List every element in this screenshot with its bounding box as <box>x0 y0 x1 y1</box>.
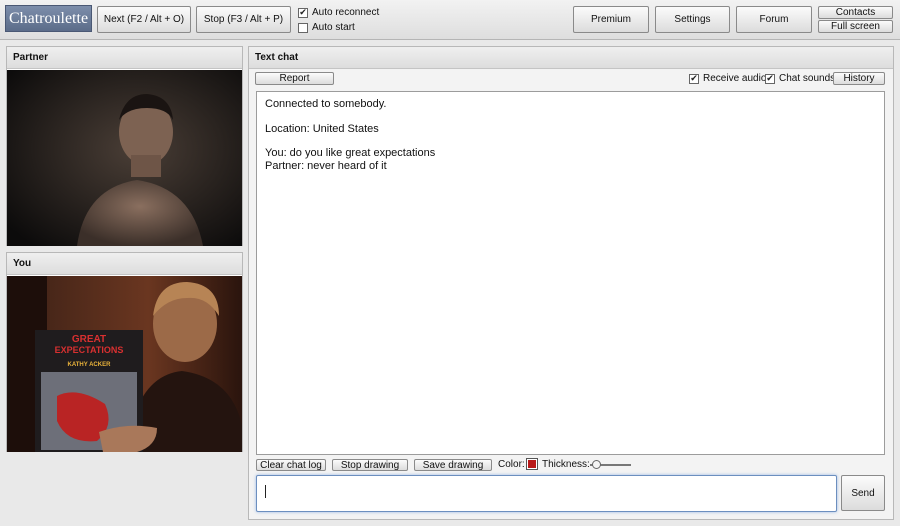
thickness-label: Thickness: <box>542 459 590 470</box>
auto-reconnect-checkbox[interactable]: ✔ Auto reconnect <box>298 7 379 18</box>
receive-audio-checkbox[interactable]: ✔ Receive audio <box>689 73 766 84</box>
you-video: GREAT EXPECTATIONS KATHY ACKER <box>7 276 242 452</box>
chat-message: Location: United States <box>265 122 379 135</box>
chat-sounds-checkbox[interactable]: ✔ Chat sounds <box>765 73 835 84</box>
top-toolbar: Chatroulette Next (F2 / Alt + O) Stop (F… <box>0 0 900 40</box>
checkbox-box[interactable] <box>298 22 308 33</box>
partner-video <box>7 70 242 246</box>
message-input[interactable] <box>256 475 837 512</box>
chat-message: Partner: never heard of it <box>265 159 387 172</box>
thickness-slider-handle[interactable] <box>592 460 601 469</box>
settings-button[interactable]: Settings <box>655 6 730 33</box>
checkbox-box[interactable]: ✔ <box>689 73 699 84</box>
fullscreen-button[interactable]: Full screen <box>818 20 893 33</box>
clear-chat-log-button[interactable]: Clear chat log <box>256 459 326 471</box>
you-panel: You GREAT EXPECTATIONS KATHY ACKER <box>6 252 243 452</box>
history-button[interactable]: History <box>833 72 885 85</box>
stop-button[interactable]: Stop (F3 / Alt + P) <box>196 6 291 33</box>
auto-reconnect-label: Auto reconnect <box>312 7 380 18</box>
color-swatch-fill <box>528 460 536 468</box>
partner-panel-title: Partner <box>7 47 242 69</box>
book-title-line-2: EXPECTATIONS <box>55 345 124 355</box>
chat-message: Connected to somebody. <box>265 98 387 110</box>
stop-drawing-button[interactable]: Stop drawing <box>332 459 408 471</box>
save-drawing-button[interactable]: Save drawing <box>414 459 492 471</box>
auto-start-checkbox[interactable]: Auto start <box>298 22 355 33</box>
chatroulette-logo[interactable]: Chatroulette <box>5 5 92 32</box>
auto-start-label: Auto start <box>312 22 355 33</box>
report-button[interactable]: Report <box>255 72 334 85</box>
partner-video-frame <box>7 70 242 246</box>
chat-log[interactable]: Connected to somebody. Location: United … <box>256 91 885 455</box>
premium-button[interactable]: Premium <box>573 6 649 33</box>
contacts-button[interactable]: Contacts <box>818 6 893 19</box>
next-button[interactable]: Next (F2 / Alt + O) <box>97 6 191 33</box>
checkbox-box[interactable]: ✔ <box>298 7 308 18</box>
book-author: KATHY ACKER <box>68 362 112 368</box>
you-video-frame: GREAT EXPECTATIONS KATHY ACKER <box>7 276 242 452</box>
chat-sounds-label: Chat sounds <box>779 73 836 84</box>
forum-button[interactable]: Forum <box>736 6 812 33</box>
partner-panel: Partner <box>6 46 243 246</box>
you-panel-title: You <box>7 253 242 275</box>
receive-audio-label: Receive audio <box>703 73 767 84</box>
chat-message: You: do you like great expectations <box>265 147 436 159</box>
color-label: Color: <box>498 459 525 470</box>
checkbox-box[interactable]: ✔ <box>765 73 775 84</box>
send-button[interactable]: Send <box>841 475 885 511</box>
text-chat-title: Text chat <box>249 47 893 69</box>
text-caret <box>265 485 266 498</box>
color-swatch[interactable] <box>526 458 538 470</box>
book-title-line-1: GREAT <box>72 334 106 345</box>
